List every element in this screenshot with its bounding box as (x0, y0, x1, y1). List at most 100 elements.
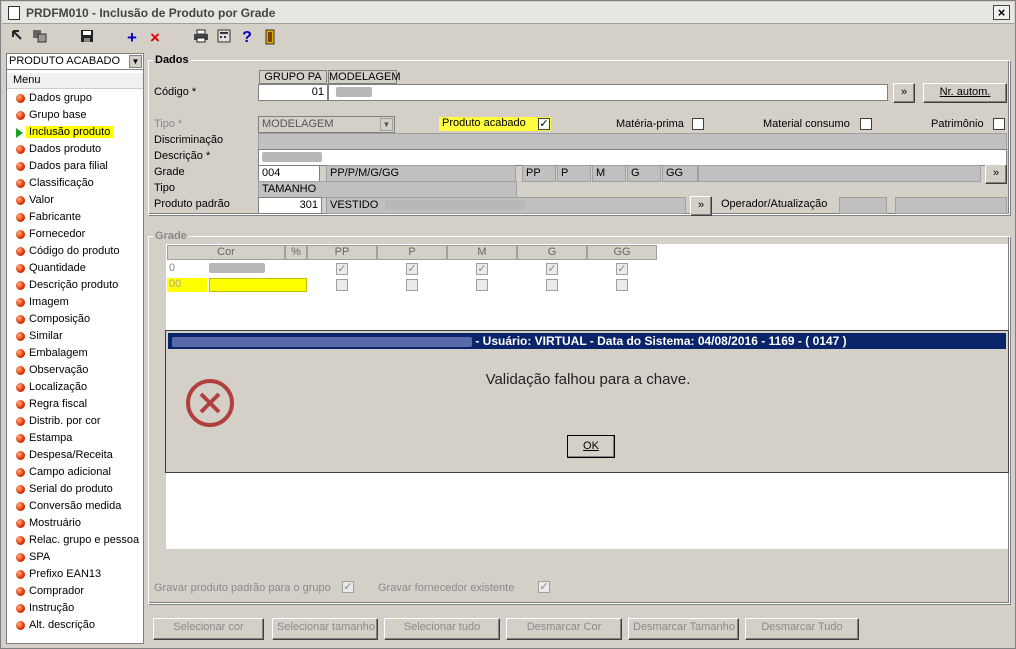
bottom-action-button[interactable]: Desmarcar Cor (506, 618, 622, 640)
sidebar-item[interactable]: Inclusão produto (7, 124, 143, 141)
sidebar-item[interactable]: Mostruário (7, 515, 143, 532)
exit-door-icon[interactable] (261, 29, 279, 47)
product-type-select[interactable]: PRODUTO ACABADO ▼ (6, 53, 144, 70)
sidebar-item[interactable]: Comprador (7, 583, 143, 600)
size-checkbox[interactable] (406, 279, 418, 291)
bottom-action-button[interactable]: Desmarcar Tudo (745, 618, 859, 640)
close-button[interactable]: × (993, 5, 1010, 20)
grade-row-0-code[interactable]: 0 (167, 262, 207, 276)
grade-code-input[interactable]: 004 (258, 165, 320, 182)
size-checkbox[interactable] (616, 279, 628, 291)
calculator-icon[interactable] (215, 29, 233, 47)
sidebar-item[interactable]: Alt. descrição (7, 617, 143, 634)
dialog-title: - Usuário: VIRTUAL - Data do Sistema: 04… (475, 334, 847, 348)
grade-row-1-cor[interactable] (209, 278, 307, 292)
bottom-action-button[interactable]: Selecionar tudo (384, 618, 500, 640)
sidebar-item[interactable]: Localização (7, 379, 143, 396)
dialog-title-bar: - Usuário: VIRTUAL - Data do Sistema: 04… (168, 333, 1006, 349)
sidebar-item[interactable]: Valor (7, 192, 143, 209)
sidebar-item[interactable]: Relac. grupo e pessoa (7, 532, 143, 549)
sidebar-item[interactable]: Fabricante (7, 209, 143, 226)
sidebar-item-label: Dados para filial (29, 160, 108, 172)
codigo-label: Código * (154, 86, 197, 98)
produto-acabado-label: Produto acabado (439, 117, 551, 131)
codigo-grupo-input[interactable]: 01 (258, 84, 328, 101)
bullet-icon (16, 434, 25, 443)
grade-more-button[interactable]: » (985, 164, 1007, 184)
size-checkbox[interactable] (336, 279, 348, 291)
sidebar-item[interactable]: Similar (7, 328, 143, 345)
grade-row-1-code[interactable]: 00 (167, 278, 207, 292)
sidebar-item[interactable]: Embalagem (7, 345, 143, 362)
sidebar-item[interactable]: Imagem (7, 294, 143, 311)
sidebar-item[interactable]: Grupo base (7, 107, 143, 124)
bottom-action-button[interactable]: Selecionar cor (153, 618, 264, 640)
sidebar-item[interactable]: Estampa (7, 430, 143, 447)
sidebar-item[interactable]: Distrib. por cor (7, 413, 143, 430)
sidebar-item-label: Estampa (29, 432, 73, 444)
produto-padrao-more-button[interactable]: » (690, 196, 712, 216)
sidebar-item[interactable]: Instrução (7, 600, 143, 617)
sidebar-item[interactable]: Descrição produto (7, 277, 143, 294)
gravar-fornecedor-checkbox[interactable]: ✓ (538, 581, 550, 593)
size-checkbox[interactable] (546, 279, 558, 291)
bottom-action-button[interactable]: Desmarcar Tamanho (628, 618, 739, 640)
sidebar-item-label: Conversão medida (29, 500, 122, 512)
codigo-more-button[interactable]: » (893, 83, 915, 103)
size-checkbox[interactable]: ✓ (616, 263, 628, 275)
sidebar-item[interactable]: Fornecedor (7, 226, 143, 243)
chevron-down-icon[interactable]: ▼ (129, 55, 142, 68)
material-consumo-checkbox[interactable] (860, 118, 872, 130)
codigo-modelagem-input[interactable] (328, 84, 888, 101)
product-type-value: PRODUTO ACABADO (9, 55, 121, 67)
bottom-action-button[interactable]: Selecionar tamanho (272, 618, 378, 640)
size-checkbox[interactable] (476, 279, 488, 291)
bullet-icon (16, 213, 25, 222)
copy-icon[interactable] (31, 29, 49, 47)
sidebar-item[interactable]: SPA (7, 549, 143, 566)
sidebar-item[interactable]: Observação (7, 362, 143, 379)
sidebar-item-label: Fornecedor (29, 228, 86, 240)
nr-autom-button[interactable]: Nr. autom. (923, 83, 1007, 103)
print-icon[interactable] (192, 29, 210, 47)
add-button[interactable]: + (123, 29, 141, 47)
materia-prima-checkbox[interactable] (692, 118, 704, 130)
sidebar-item[interactable]: Conversão medida (7, 498, 143, 515)
sidebar-item[interactable]: Código do produto (7, 243, 143, 260)
sidebar-item[interactable]: Despesa/Receita (7, 447, 143, 464)
patrimonio-checkbox[interactable] (993, 118, 1005, 130)
sidebar-item-label: Código do produto (29, 245, 120, 257)
sidebar-item[interactable]: Regra fiscal (7, 396, 143, 413)
gravar-produto-checkbox[interactable]: ✓ (342, 581, 354, 593)
sidebar-item[interactable]: Campo adicional (7, 464, 143, 481)
sidebar-item[interactable]: Quantidade (7, 260, 143, 277)
bullet-icon (16, 519, 25, 528)
sidebar-item-label: Similar (29, 330, 63, 342)
arrow-icon[interactable] (9, 29, 27, 47)
sidebar-item-label: Campo adicional (29, 466, 111, 478)
size-column-header: GG (587, 245, 657, 260)
chevron-down-icon[interactable]: ▼ (380, 118, 393, 131)
size-checkbox[interactable]: ✓ (336, 263, 348, 275)
size-checkbox[interactable]: ✓ (476, 263, 488, 275)
size-checkbox[interactable]: ✓ (406, 263, 418, 275)
delete-button[interactable]: × (146, 29, 164, 47)
sidebar-item-label: Quantidade (29, 262, 86, 274)
save-icon[interactable] (78, 29, 96, 47)
sidebar-item[interactable]: Prefixo EAN13 (7, 566, 143, 583)
descricao-input[interactable] (258, 149, 1007, 166)
sidebar-item[interactable]: Dados para filial (7, 158, 143, 175)
sidebar-item[interactable]: Dados produto (7, 141, 143, 158)
grade-row-0-cor[interactable] (209, 262, 305, 276)
tipo-select[interactable]: MODELAGEM ▼ (258, 116, 395, 133)
sidebar-item[interactable]: Classificação (7, 175, 143, 192)
sidebar-item[interactable]: Serial do produto (7, 481, 143, 498)
produto-acabado-checkbox[interactable]: ✓ (538, 118, 550, 130)
produto-padrao-code-input[interactable]: 301 (258, 197, 322, 214)
help-button[interactable]: ? (238, 29, 256, 47)
sidebar-item[interactable]: Composição (7, 311, 143, 328)
sidebar-item[interactable]: Dados grupo (7, 90, 143, 107)
bullet-icon (16, 485, 25, 494)
ok-button[interactable]: OK (567, 435, 615, 458)
size-checkbox[interactable]: ✓ (546, 263, 558, 275)
